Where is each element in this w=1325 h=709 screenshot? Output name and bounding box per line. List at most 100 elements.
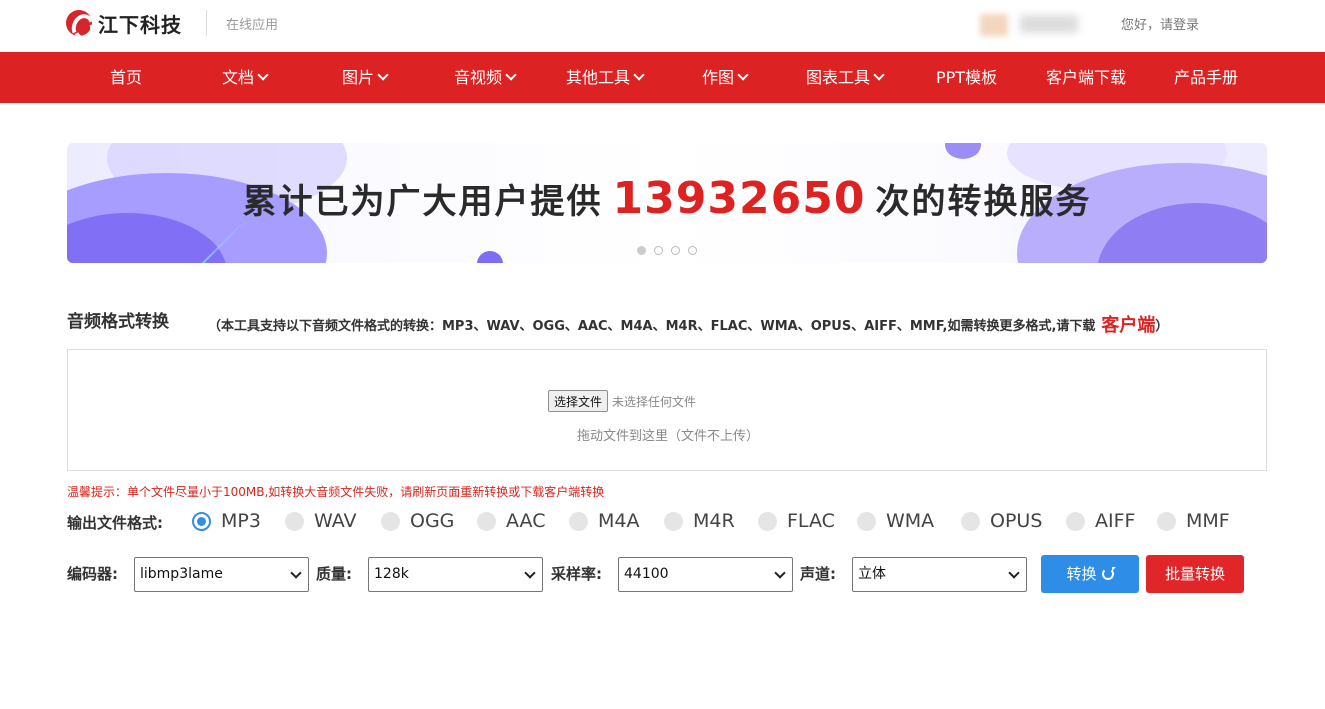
quality-label: 质量: [316,565,352,583]
channel-select[interactable]: 立体 [852,557,1027,592]
user-avatar-blurred[interactable] [980,12,1080,36]
nav-label: 音视频 [454,68,503,87]
output-format-label: 输出文件格式: [67,514,163,532]
format-radio-mmf[interactable]: MMF [1157,510,1230,532]
username-blurred [1020,15,1078,33]
nav-item-drawing[interactable]: 作图 [702,52,749,103]
radio-icon [758,511,777,531]
chevron-down-icon [633,69,645,81]
radio-icon [285,511,304,531]
format-label: FLAC [787,510,835,532]
refresh-icon [1101,567,1116,580]
channel-value: 立体 [858,566,886,582]
convert-label: 转换 [1066,565,1097,583]
banner-prefix: 累计已为广大用户提供 [242,182,603,222]
nav-label: 图表工具 [806,68,871,87]
carousel-dot[interactable] [654,246,663,255]
format-label: AIFF [1095,510,1136,532]
encoder-select[interactable]: libmp3lame [134,557,309,592]
nav-item-chart-tools[interactable]: 图表工具 [806,52,885,103]
nav-label: 作图 [702,68,735,87]
tool-title: 音频格式转换 [67,312,169,332]
nav-item-docs[interactable]: 文档 [222,52,269,103]
radio-icon [961,511,980,531]
samplerate-select[interactable]: 44100 [618,557,793,592]
format-radio-mp3[interactable]: MP3 [192,510,261,532]
carousel-dot[interactable] [637,246,646,255]
format-radio-wav[interactable]: WAV [285,510,357,532]
nav-item-home[interactable]: 首页 [110,52,142,103]
upload-dropzone[interactable]: 选择文件 未选择任何文件 拖动文件到这里（文件不上传） [67,349,1267,471]
batch-convert-label: 批量转换 [1164,565,1225,583]
format-radio-m4r[interactable]: M4R [664,510,735,532]
nav-item-audio-video[interactable]: 音视频 [454,52,517,103]
chevron-down-icon [377,69,389,81]
warning-tip: 温馨提示：单个文件尽量小于100MB,如转换大音频文件失败，请刷新页面重新转换或… [67,485,605,499]
carousel-dot[interactable] [688,246,697,255]
app-subtitle: 在线应用 [226,18,279,33]
radio-icon [664,511,683,531]
conversion-count: 13932650 [612,173,866,224]
main-nav: 首页 文档 图片 音视频 其他工具 作图 图表工具 PPT模板 客户端下载 产品… [0,52,1325,103]
client-download-link[interactable]: 客户端 [1101,315,1155,336]
banner-decor [945,143,981,159]
avatar [980,14,1008,36]
radio-icon [569,511,588,531]
format-label: OPUS [990,510,1043,532]
format-label: WAV [314,510,357,532]
nav-label: 图片 [342,68,375,87]
format-radio-wma[interactable]: WMA [857,510,934,532]
stats-banner[interactable]: 累计已为广大用户提供 13932650 次的转换服务 [67,143,1267,263]
format-label: OGG [410,510,455,532]
format-radio-flac[interactable]: FLAC [758,510,835,532]
file-picker: 选择文件 未选择任何文件 [548,390,696,412]
nav-label: PPT模板 [936,68,998,87]
chevron-down-icon [873,69,885,81]
format-radio-m4a[interactable]: M4A [569,510,639,532]
format-radio-aac[interactable]: AAC [477,510,545,532]
radio-icon [477,511,496,531]
format-radio-aiff[interactable]: AIFF [1066,510,1135,532]
carousel-dot[interactable] [671,246,680,255]
samplerate-value: 44100 [624,566,669,582]
convert-button[interactable]: 转换 [1041,555,1139,593]
nav-label: 首页 [110,68,143,87]
format-label: M4R [693,510,735,532]
tool-description: （本工具支持以下音频文件格式的转换：MP3、WAV、OGG、AAC、M4A、M4… [208,310,1168,336]
format-label: M4A [598,510,640,532]
quality-select[interactable]: 128k [368,557,543,592]
format-label: AAC [506,510,546,532]
login-link[interactable]: 您好，请登录 [1121,14,1199,33]
header-divider [206,10,207,36]
quality-value: 128k [374,566,409,582]
batch-convert-button[interactable]: 批量转换 [1146,555,1244,593]
channel-label: 声道: [800,565,836,583]
format-radio-opus[interactable]: OPUS [961,510,1042,532]
tool-desc-text: （本工具支持以下音频文件格式的转换：MP3、WAV、OGG、AAC、M4A、M4… [208,319,1096,334]
logo-text: 江下科技 [98,12,182,37]
chevron-down-icon [505,69,517,81]
chevron-down-icon [737,69,749,81]
nav-item-other-tools[interactable]: 其他工具 [566,52,645,103]
format-radio-ogg[interactable]: OGG [381,510,454,532]
encoder-label: 编码器: [67,565,118,583]
tool-desc-close: ） [1155,319,1169,334]
nav-label: 产品手册 [1174,68,1239,87]
nav-item-product-manual[interactable]: 产品手册 [1174,52,1238,103]
choose-file-button[interactable]: 选择文件 [548,390,609,412]
nav-item-client-download[interactable]: 客户端下载 [1046,52,1126,103]
top-header: 江下科技 在线应用 您好，请登录 [0,0,1325,52]
radio-icon [1157,511,1176,531]
site-logo[interactable]: 江下科技 [66,8,182,38]
drop-hint: 拖动文件到这里（文件不上传） [576,429,759,444]
nav-item-images[interactable]: 图片 [342,52,389,103]
radio-icon [857,511,876,531]
file-status: 未选择任何文件 [612,394,697,409]
nav-label: 文档 [222,68,255,87]
format-label: MMF [1186,510,1230,532]
nav-item-ppt-templates[interactable]: PPT模板 [936,52,997,103]
nav-label: 其他工具 [566,68,631,87]
banner-decor [477,251,503,263]
format-label: MP3 [221,510,261,532]
radio-icon [381,511,400,531]
